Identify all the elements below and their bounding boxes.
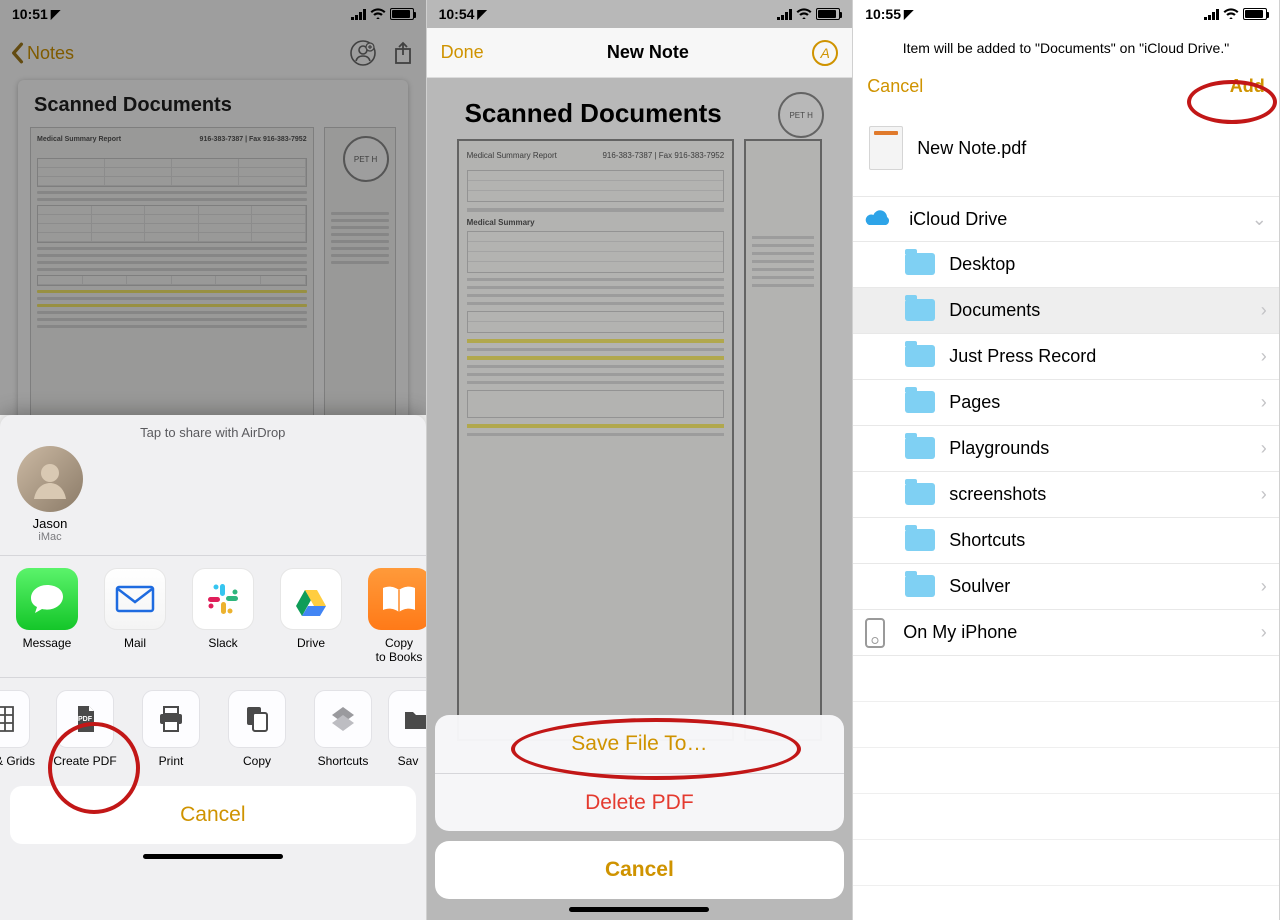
chevron-down-icon: ⌄ [1252,209,1267,230]
home-indicator [143,854,283,859]
chevron-right-icon: › [1261,300,1267,321]
file-to-save: New Note.pdf [853,106,1279,196]
folder-desktop[interactable]: Desktop [853,242,1279,288]
folder-icon [905,345,935,367]
panel-share-sheet: 10:51 ◤ Notes Scanned Documents [0,0,427,920]
picker-message: Item will be added to "Documents" on "iC… [853,28,1279,66]
airdrop-contact[interactable]: Jason iMac [12,446,88,543]
wifi-icon [1223,6,1239,22]
folder-soulver[interactable]: Soulver › [853,564,1279,610]
share-app-message[interactable]: Message [6,568,88,665]
print-icon [142,690,200,748]
folder-playgrounds[interactable]: Playgrounds › [853,426,1279,472]
share-app-mail[interactable]: Mail [94,568,176,665]
signal-icon [1204,9,1219,20]
share-sheet: Tap to share with AirDrop Jason iMac Mes… [0,415,426,920]
folder-icon [905,391,935,413]
folder-icon [905,483,935,505]
slack-icon [192,568,254,630]
pdf-icon: PDF [56,690,114,748]
chevron-right-icon: › [1261,576,1267,597]
action-create-pdf[interactable]: PDF Create PDF [44,690,126,768]
location-icon: ◤ [904,7,913,21]
svg-text:PDF: PDF [78,716,93,723]
folder-icon [388,690,426,748]
actions-row: & Grids PDF Create PDF Print Copy [0,682,426,776]
books-icon [368,568,426,630]
signal-icon [777,9,792,20]
action-save-to-files[interactable]: Sav [388,690,426,768]
wifi-icon [796,6,812,22]
airdrop-device: iMac [12,531,88,543]
action-copy[interactable]: Copy [216,690,298,768]
battery-icon [1243,8,1267,20]
folder-just-press-record[interactable]: Just Press Record › [853,334,1279,380]
share-app-drive[interactable]: Drive [270,568,352,665]
battery-icon [816,8,840,20]
file-thumbnail-icon [869,126,903,170]
nav-title: New Note [484,42,813,63]
folder-icon [905,529,935,551]
cancel-button[interactable]: Cancel [867,76,923,97]
icloud-icon [865,207,895,231]
chevron-right-icon: › [1261,622,1267,643]
airdrop-name: Jason [12,516,88,531]
cancel-button[interactable]: Cancel [10,786,416,844]
action-shortcuts[interactable]: Shortcuts [302,690,384,768]
save-file-to-button[interactable]: Save File To… [435,715,845,773]
delete-pdf-button[interactable]: Delete PDF [435,773,845,831]
status-time: 10:54 [439,6,475,22]
pdf-navbar: Done New Note A [427,28,853,78]
chevron-right-icon: › [1261,392,1267,413]
picker-nav: Cancel Add [853,66,1279,106]
home-indicator [569,907,709,912]
status-bar: 10:55 ◤ [853,0,1279,28]
share-app-slack[interactable]: Slack [182,568,264,665]
grid-icon [0,690,30,748]
folder-shortcuts[interactable]: Shortcuts [853,518,1279,564]
chevron-right-icon: › [1261,484,1267,505]
empty-list-area [853,656,1279,886]
folder-icon [905,575,935,597]
location-icloud-drive[interactable]: iCloud Drive ⌄ [853,196,1279,242]
copy-icon [228,690,286,748]
chevron-right-icon: › [1261,346,1267,367]
chevron-right-icon: › [1261,438,1267,459]
share-apps-row: Message Mail Slack [0,560,426,673]
location-on-my-iphone[interactable]: On My iPhone › [853,610,1279,656]
drive-icon [280,568,342,630]
folder-screenshots[interactable]: screenshots › [853,472,1279,518]
location-icon: ◤ [477,7,486,21]
folder-icon [905,437,935,459]
iphone-icon [865,618,885,648]
panel-pdf-options: 10:54 ◤ Done New Note A Scanned Document… [427,0,854,920]
cancel-button[interactable]: Cancel [435,841,845,899]
file-name: New Note.pdf [917,138,1026,159]
action-print[interactable]: Print [130,690,212,768]
folder-icon [905,253,935,275]
airdrop-label: Tap to share with AirDrop [0,415,426,446]
folder-icon [905,299,935,321]
action-grids[interactable]: & Grids [0,690,40,768]
folder-documents[interactable]: Documents › [853,288,1279,334]
status-time: 10:55 [865,6,901,22]
shortcuts-icon [314,690,372,748]
panel-files-picker: 10:55 ◤ Item will be added to "Documents… [853,0,1280,920]
status-bar: 10:54 ◤ [427,0,853,28]
add-button[interactable]: Add [1230,76,1265,97]
folder-pages[interactable]: Pages › [853,380,1279,426]
mail-icon [104,568,166,630]
avatar [17,446,83,512]
action-sheet: Save File To… Delete PDF Cancel [435,715,845,912]
folder-list: iCloud Drive ⌄ Desktop Documents › Just … [853,196,1279,656]
dim-overlay [0,0,426,415]
markup-icon[interactable]: A [812,40,838,66]
share-app-books[interactable]: Copy to Books [358,568,426,665]
message-icon [16,568,78,630]
done-button[interactable]: Done [441,42,484,63]
